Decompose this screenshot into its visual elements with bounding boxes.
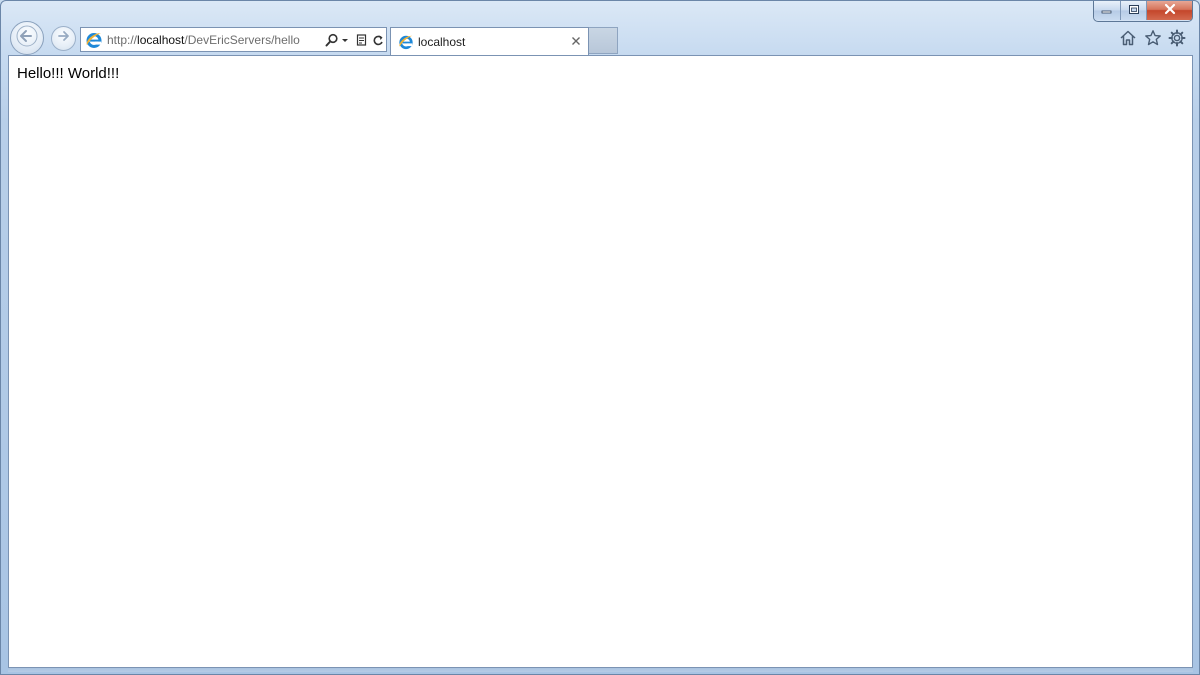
restore-icon [1128,2,1140,20]
close-icon [1163,2,1177,20]
forward-arrow-icon [56,28,72,49]
close-tab-icon [571,33,581,51]
tools-icon [1168,29,1186,52]
window-controls [1093,1,1193,22]
browser-window: http://localhost/DevEricServers/hello lo… [0,0,1200,675]
close-window-button[interactable] [1147,1,1192,20]
tools-button[interactable] [1167,29,1187,52]
url-path: /DevEricServers/hello [184,32,300,47]
restore-button[interactable] [1121,1,1147,20]
refresh-icon[interactable] [372,33,384,47]
tab-close-button[interactable] [566,33,586,51]
back-arrow-icon [16,25,38,52]
home-icon [1119,29,1137,52]
favorites-button[interactable] [1143,29,1163,52]
page-text: Hello!!! World!!! [17,65,120,82]
tab-localhost[interactable]: localhost [390,27,589,55]
url-protocol: http:// [107,32,138,47]
address-bar[interactable]: http://localhost/DevEricServers/hello [80,27,387,52]
window-bottom-border [8,668,1193,672]
dropdown-icon[interactable] [341,33,349,47]
tab-title: localhost [418,34,466,49]
search-icon[interactable] [325,33,339,47]
forward-button[interactable] [51,26,76,51]
url-host: localhost [137,32,185,47]
address-url[interactable]: http://localhost/DevEricServers/hello [107,33,319,47]
favorites-icon [1144,29,1162,52]
minimize-button[interactable] [1094,1,1121,20]
ie-logo-icon [85,31,103,49]
home-button[interactable] [1118,30,1138,50]
ie-page-icon [398,34,414,50]
back-button[interactable] [10,21,44,55]
new-tab-button[interactable] [589,27,618,54]
address-tools [325,33,384,47]
page-content: Hello!!! World!!! [8,55,1193,668]
minimize-icon [1101,2,1113,20]
compatibility-view-icon[interactable] [356,33,368,47]
